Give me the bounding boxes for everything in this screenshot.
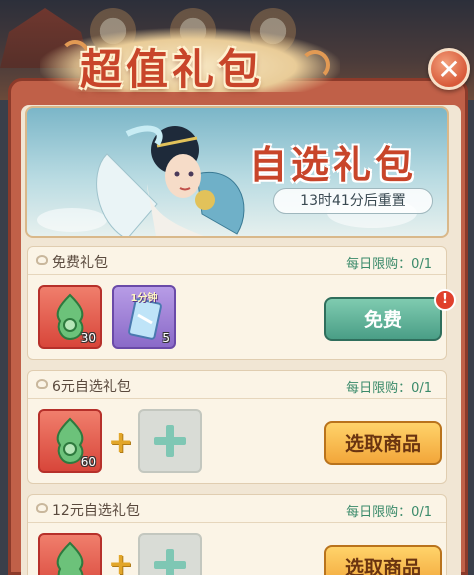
free-claim-button[interactable]: 免费 — [324, 297, 442, 341]
duration-tag: 1分钟 — [130, 293, 158, 304]
reward-item[interactable]: 60 — [38, 409, 102, 473]
daily-limit: 每日限购：0/1 — [346, 381, 432, 396]
close-button[interactable]: ✕ — [428, 48, 470, 90]
daily-limit: 每日限购：0/1 — [346, 505, 432, 520]
pack-header: 6元自选礼包 每日限购：0/1 — [28, 371, 446, 399]
reset-timer: 13时41分后重置 — [273, 188, 433, 214]
pack-card-free: 免费礼包 每日限购：0/1 30 1分钟 5 免费 ! — [27, 246, 456, 360]
knot-icon — [36, 503, 48, 513]
reward-item[interactable]: 30 — [38, 285, 102, 349]
knot-icon — [36, 255, 48, 265]
reward-item[interactable] — [38, 533, 102, 575]
pack-header: 12元自选礼包 每日限购：0/1 — [28, 495, 446, 523]
pack-card-12yuan: 12元自选礼包 每日限购：0/1 + 选取商品 — [27, 494, 447, 575]
select-item-slot[interactable] — [138, 409, 202, 473]
select-item-button[interactable]: 选取商品 — [324, 545, 442, 575]
alert-badge: ! — [434, 289, 456, 311]
add-slot-icon — [154, 425, 186, 457]
select-item-slot[interactable] — [138, 533, 202, 575]
add-slot-icon — [154, 549, 186, 575]
select-item-button[interactable]: 选取商品 — [324, 421, 442, 465]
plus-icon: + — [108, 425, 134, 460]
plus-icon: + — [108, 547, 134, 575]
pack-name: 免费礼包 — [52, 255, 108, 271]
fairy-character-illustration — [96, 125, 245, 236]
swirl-decoration — [300, 50, 330, 80]
banner-title: 自选礼包 — [249, 142, 418, 187]
pack-header: 免费礼包 每日限购：0/1 — [28, 247, 446, 275]
item-quantity: 5 — [162, 331, 170, 345]
pack-name: 6元自选礼包 — [52, 379, 131, 395]
selectable-pack-banner: 自选礼包 13时41分后重置 — [25, 106, 449, 238]
item-quantity: 30 — [80, 331, 96, 345]
popup-title: 超值礼包 — [80, 45, 265, 94]
item-quantity: 60 — [80, 455, 96, 469]
reward-item[interactable]: 1分钟 5 — [112, 285, 176, 349]
daily-limit: 每日限购：0/1 — [346, 257, 432, 272]
pack-card-6yuan: 6元自选礼包 每日限购：0/1 60 + 选取商品 — [27, 370, 447, 484]
jade-ornament-icon — [56, 541, 84, 575]
pack-name: 12元自选礼包 — [52, 503, 140, 519]
knot-icon — [36, 379, 48, 389]
close-icon: ✕ — [437, 52, 461, 86]
